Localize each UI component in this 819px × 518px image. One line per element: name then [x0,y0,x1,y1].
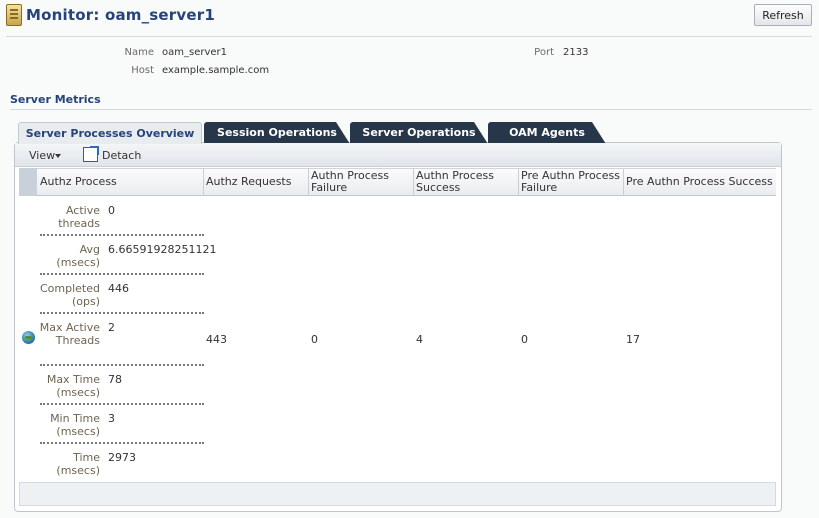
port-label: Port [534,47,554,58]
name-value: oam_server1 [162,47,228,58]
metric-value: 0 [108,204,115,217]
metric-value: 2 [108,321,115,334]
host-label: Host [131,65,154,76]
pre-authn-process-success-value: 17 [626,333,640,346]
chevron-down-icon[interactable] [55,154,61,158]
metric-label: Avg (msecs) [56,243,100,269]
metric-divider [40,312,204,314]
section-divider [10,109,812,110]
column-header-authz-process[interactable]: Authz Process [38,169,204,195]
port-value: 2133 [563,47,589,58]
metric-value: 2973 [108,451,136,464]
metric-value: 446 [108,282,129,295]
tab-server-operations[interactable]: Server Operations [350,122,488,144]
view-menu-button[interactable]: View [29,149,55,162]
column-header-authz-requests[interactable]: Authz Requests [204,169,309,195]
metric-label: Completed (ops) [40,282,100,308]
tab-session-operations[interactable]: Session Operations [204,122,350,144]
pre-authn-process-failure-value: 0 [521,333,528,346]
authn-process-failure-value: 0 [311,333,318,346]
column-header-authn-process-success[interactable]: Authn Process Success [414,169,519,195]
refresh-button[interactable]: Refresh [754,4,812,26]
metric-divider [40,273,204,275]
section-title: Server Metrics [10,93,101,106]
authz-requests-value: 443 [206,333,227,346]
metric-divider [40,403,204,405]
table-body [19,197,776,482]
metric-divider [40,442,204,444]
metric-divider [40,234,204,236]
column-header-pre-authn-process-failure[interactable]: Pre Authn Process Failure [519,169,624,195]
metric-value: 3 [108,412,115,425]
metric-value: 78 [108,373,122,386]
table-footer [19,482,776,506]
page-title: Monitor: oam_server1 [26,6,215,24]
row-selector-header[interactable] [19,168,37,196]
metric-divider [40,364,204,366]
metric-label: Max Time (msecs) [46,373,100,399]
authn-process-success-value: 4 [416,333,423,346]
metric-label: Max Active Threads [39,321,100,347]
globe-icon[interactable] [22,331,35,344]
metric-label: Active threads [58,204,100,230]
tab-server-processes-overview[interactable]: Server Processes Overview [18,122,202,144]
tab-oam-agents[interactable]: OAM Agents [488,122,606,144]
detach-icon[interactable] [83,146,99,162]
name-label: Name [124,47,154,58]
column-header-pre-authn-process-success[interactable]: Pre Authn Process Success [624,169,776,195]
host-value: example.sample.com [162,65,270,76]
monitor-icon [6,4,22,26]
detach-button[interactable]: Detach [102,149,141,162]
metric-label: Min Time (msecs) [50,412,100,438]
header-divider [6,36,812,37]
metric-label: Time (msecs) [56,451,100,477]
page-header: Monitor: oam_server1 Refresh [0,0,819,34]
metric-value: 6.66591928251121 [108,243,217,256]
column-header-authn-process-failure[interactable]: Authn Process Failure [309,169,414,195]
